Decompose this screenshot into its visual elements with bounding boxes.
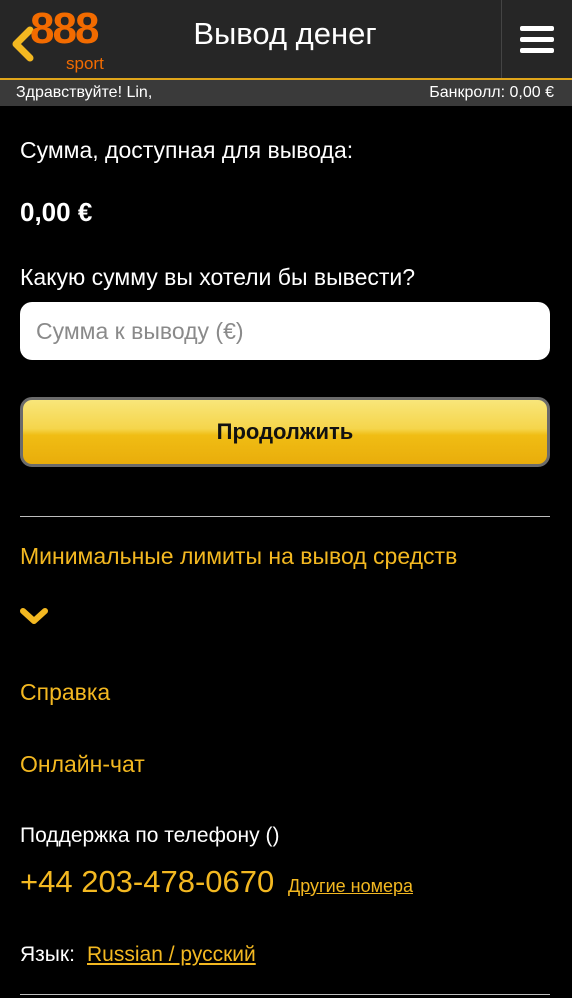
available-amount: 0,00 € (20, 197, 93, 227)
section-divider (20, 516, 550, 517)
amount-question: Какую сумму вы хотели бы вывести? (20, 264, 416, 290)
greeting-text: Здравствуйте! Lin, (16, 84, 153, 101)
app-header: 888 sport Вывод денег (0, 0, 572, 78)
continue-button[interactable]: Продолжить (20, 397, 550, 467)
footer-divider (20, 994, 550, 995)
language-label: Язык: (20, 943, 75, 966)
bankroll-text: Банкролл: 0,00 € (429, 84, 554, 101)
account-bar: Здравствуйте! Lin, Банкролл: 0,00 € (0, 80, 572, 106)
logo-sport: sport (66, 54, 104, 73)
menu-button[interactable] (501, 0, 572, 78)
help-link[interactable]: Справка (20, 679, 110, 706)
available-label: Сумма, доступная для вывода: (20, 137, 354, 163)
min-limits-toggle[interactable]: Минимальные лимиты на вывод средств (20, 543, 457, 570)
language-selector[interactable]: Russian / русский (87, 943, 256, 967)
chevron-down-icon[interactable] (20, 608, 48, 626)
menu-icon-bar-2 (520, 37, 554, 42)
page-title: Вывод денег (193, 16, 377, 51)
phone-number[interactable]: +44 203-478-0670 (20, 864, 274, 900)
menu-icon-bar-3 (520, 48, 554, 53)
logo-888: 888 (30, 4, 99, 53)
withdraw-amount-input[interactable] (20, 302, 550, 360)
live-chat-link[interactable]: Онлайн-чат (20, 751, 145, 778)
phone-support-label: Поддержка по телефону () (20, 824, 280, 847)
other-numbers-link[interactable]: Другие номера (288, 876, 413, 897)
menu-icon-bar-1 (520, 26, 554, 31)
